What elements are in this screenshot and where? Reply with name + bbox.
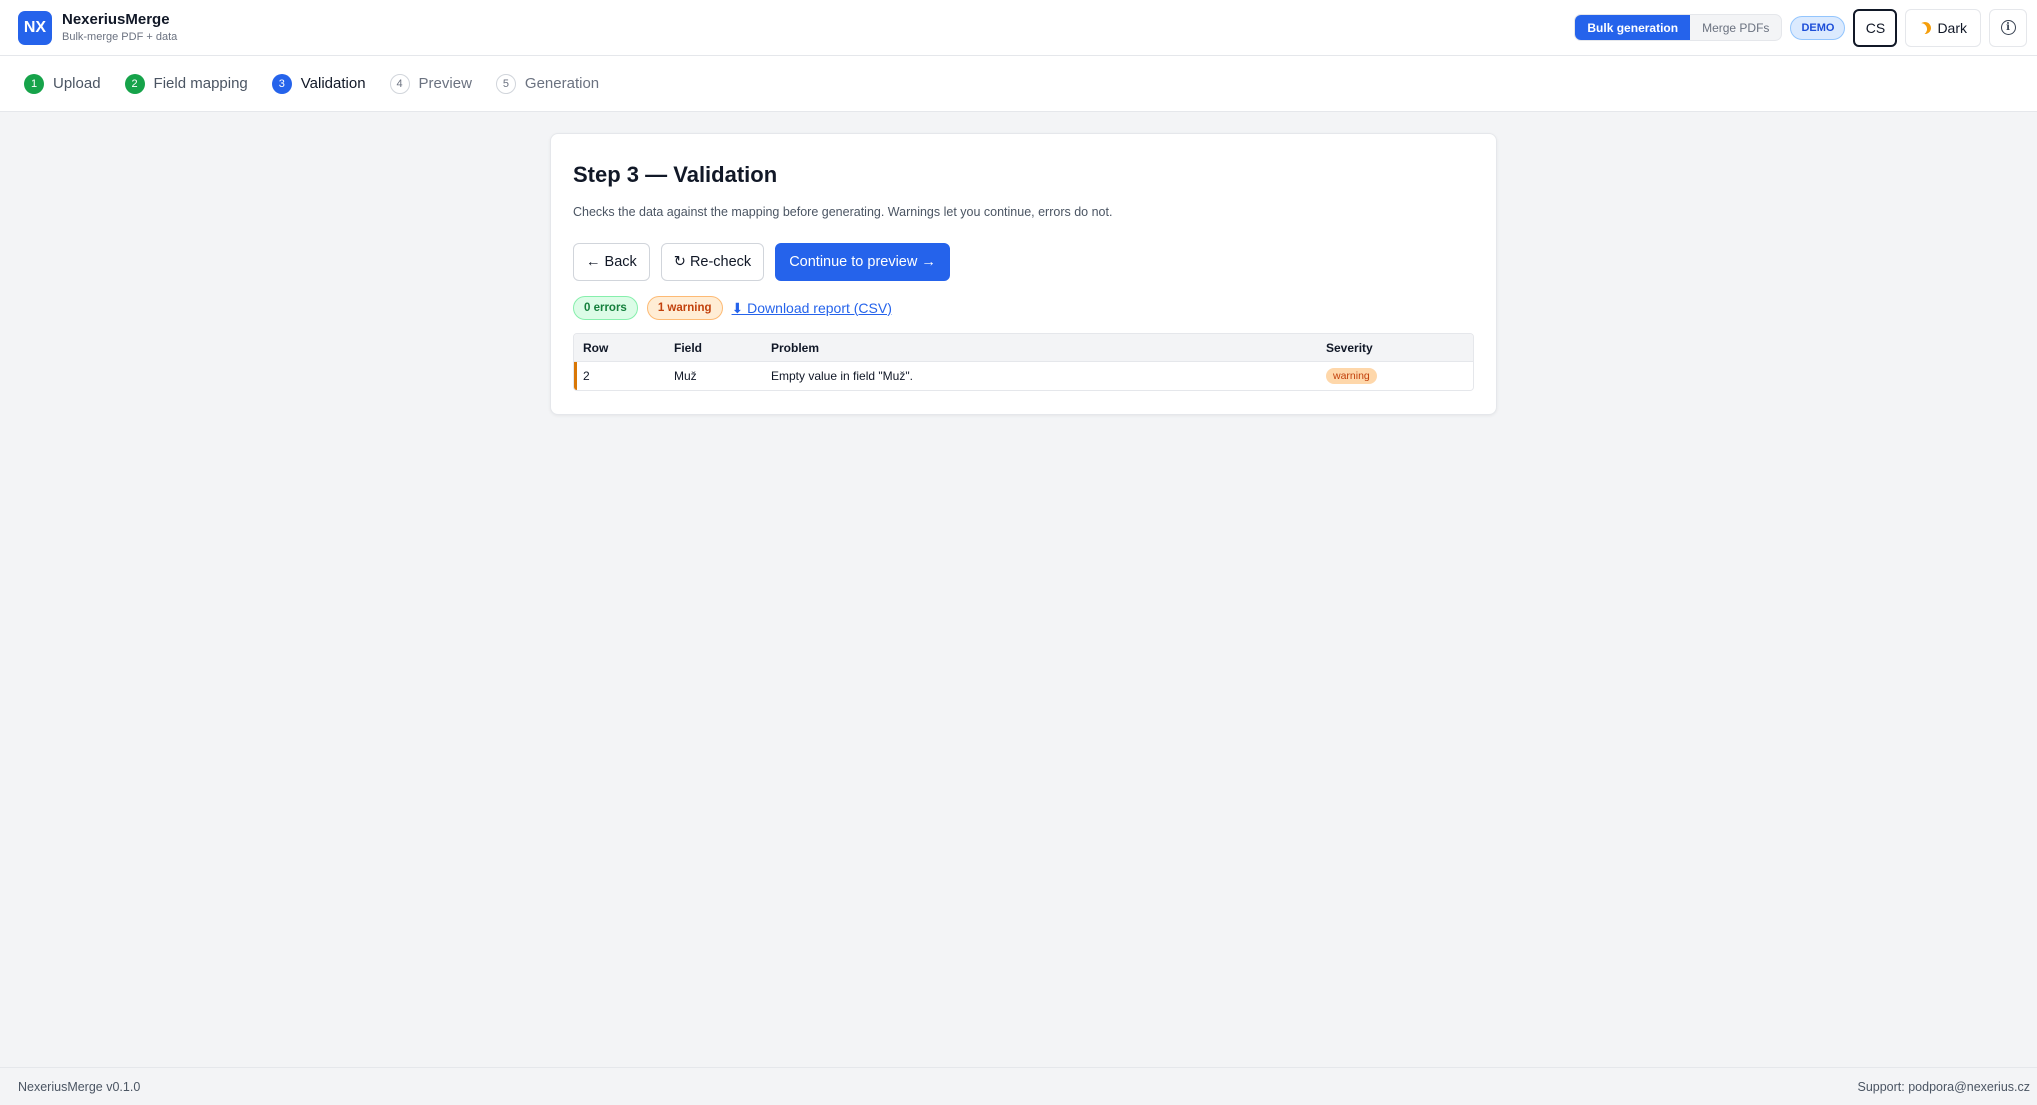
step-label: Generation — [524, 75, 600, 92]
app-logo: NX — [18, 10, 52, 45]
step-number: 5 — [495, 73, 516, 94]
cell-problem: Empty value in field "Muž". — [771, 369, 913, 383]
info-button[interactable]: i — [1989, 8, 2027, 47]
step-field-mapping[interactable]: 2 Field mapping — [124, 73, 248, 94]
theme-toggle-button[interactable]: Dark — [1905, 8, 1981, 47]
step-number: 2 — [124, 73, 145, 94]
step-upload[interactable]: 1 Upload — [24, 73, 101, 94]
errors-count-badge: 0 errors — [573, 296, 638, 320]
validation-card: Step 3 — Validation Checks the data agai… — [550, 133, 1497, 415]
mode-switch: Bulk generation Merge PDFs — [1574, 14, 1783, 41]
brand: NX NexeriusMerge Bulk-merge PDF + data — [18, 10, 177, 45]
page-description: Checks the data against the mapping befo… — [573, 205, 1113, 219]
step-number: 1 — [24, 73, 44, 94]
mode-bulk-generation[interactable]: Bulk generation — [1575, 15, 1691, 40]
app-header: NX NexeriusMerge Bulk-merge PDF + data B… — [0, 0, 2037, 56]
step-validation[interactable]: 3 Validation — [271, 73, 366, 94]
moon-icon — [1917, 19, 1933, 35]
table-row: 2 Muž Empty value in field "Muž". warnin… — [574, 362, 1473, 390]
app-subtitle: Bulk-merge PDF + data — [62, 30, 178, 43]
mode-merge-pdfs[interactable]: Merge PDFs — [1690, 15, 1781, 40]
action-buttons: ← Back ↻ Re-check Continue to preview → — [573, 243, 1474, 281]
severity-badge: warning — [1326, 368, 1377, 384]
version-text: NexeriusMerge v0.1.0 — [18, 1079, 141, 1094]
column-header-severity: Severity — [1326, 340, 1373, 355]
step-number: 4 — [389, 73, 410, 94]
validation-table: Row Field Problem Severity 2 Muž Empty v… — [573, 333, 1474, 391]
step-label: Field mapping — [153, 75, 248, 92]
table-header: Row Field Problem Severity — [574, 334, 1473, 362]
support-text: Support: podpora@nexerius.cz — [1857, 1079, 2030, 1094]
warnings-count-badge: 1 warning — [646, 296, 723, 320]
cell-row: 2 — [583, 369, 590, 383]
back-button[interactable]: ← Back — [573, 243, 650, 281]
app-name: NexeriusMerge — [62, 11, 170, 29]
download-report-link[interactable]: ⬇ Download report (CSV) — [732, 300, 892, 317]
column-header-row: Row — [583, 340, 609, 355]
column-header-problem: Problem — [771, 340, 820, 355]
continue-to-preview-button[interactable]: Continue to preview → — [775, 243, 950, 281]
validation-summary: 0 errors 1 warning ⬇ Download report (CS… — [573, 296, 1474, 320]
theme-label: Dark — [1937, 19, 1967, 36]
language-button[interactable]: CS — [1853, 8, 1898, 47]
column-header-field: Field — [674, 340, 703, 355]
step-preview[interactable]: 4 Preview — [389, 73, 472, 94]
step-label: Preview — [418, 75, 472, 92]
cell-field: Muž — [674, 369, 697, 383]
header-actions: Bulk generation Merge PDFs DEMO CS Dark … — [1574, 8, 2027, 47]
step-generation[interactable]: 5 Generation — [495, 73, 600, 94]
recheck-button[interactable]: ↻ Re-check — [660, 243, 765, 281]
info-icon: i — [2000, 20, 2016, 35]
app-footer: NexeriusMerge v0.1.0 Support: podpora@ne… — [0, 1067, 2037, 1105]
page-title: Step 3 — Validation — [573, 162, 778, 187]
wizard-stepper: 1 Upload 2 Field mapping 3 Validation 4 … — [0, 56, 2037, 112]
step-label: Upload — [53, 75, 101, 92]
demo-badge: DEMO — [1790, 15, 1846, 40]
cell-severity: warning — [1326, 368, 1473, 384]
step-number: 3 — [271, 73, 292, 94]
brand-text: NexeriusMerge Bulk-merge PDF + data — [62, 12, 177, 43]
step-label: Validation — [300, 75, 366, 92]
